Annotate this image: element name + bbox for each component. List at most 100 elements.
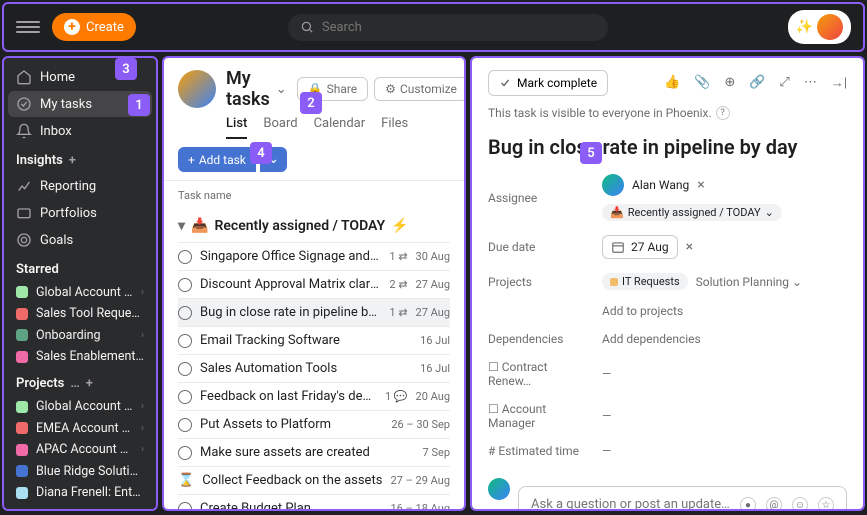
- section-recently-assigned[interactable]: ▾ 📥 Recently assigned / TODAY ⚡: [178, 210, 450, 242]
- assignee-section-tag[interactable]: 📥Recently assigned / TODAY⌄: [602, 204, 782, 221]
- comment-box[interactable]: ● @ ☺ ☆: [518, 486, 847, 511]
- project-tag[interactable]: IT Requests: [602, 273, 688, 290]
- task-title[interactable]: Bug in close rate in pipeline by day: [488, 134, 847, 160]
- task-row[interactable]: Singapore Office Signage and Logistics1 …: [178, 242, 450, 270]
- tab-board[interactable]: Board: [263, 116, 297, 139]
- task-name: Sales Automation Tools: [200, 361, 412, 376]
- project-item[interactable]: APAC Account Plans›: [8, 439, 152, 460]
- task-meta: 1 ⇄: [389, 250, 407, 263]
- assignee-avatar[interactable]: [602, 174, 624, 196]
- plus-icon: +: [64, 19, 80, 35]
- tab-files[interactable]: Files: [381, 116, 408, 139]
- nav-portfolios[interactable]: Portfolios: [8, 200, 152, 226]
- attachment-icon[interactable]: 📎: [694, 75, 710, 91]
- task-name: Collect Feedback on the assets: [202, 473, 382, 488]
- starred-item[interactable]: Onboarding›: [8, 325, 152, 346]
- task-row[interactable]: Make sure assets are created7 Sep: [178, 438, 450, 466]
- at-icon[interactable]: @: [766, 497, 782, 511]
- task-date: 16 – 18 Aug: [391, 502, 451, 509]
- project-item[interactable]: Diana Frenell: Enterprise…: [8, 483, 152, 504]
- complete-toggle[interactable]: [178, 418, 192, 432]
- task-row[interactable]: ⌛Collect Feedback on the assets27 – 29 A…: [178, 466, 450, 494]
- task-row[interactable]: Feedback on last Friday's design team pr…: [178, 382, 450, 410]
- add-task-button[interactable]: +Add task: [178, 147, 256, 172]
- profile-avatar[interactable]: [178, 70, 216, 108]
- custom-field-value[interactable]: —: [602, 367, 611, 381]
- starred-item[interactable]: Sales Enablement Library: [8, 347, 152, 368]
- task-row[interactable]: Put Assets to Platform26 – 30 Sep: [178, 410, 450, 438]
- more-icon[interactable]: …: [70, 376, 79, 391]
- project-section[interactable]: Solution Planning ⌄: [696, 275, 802, 289]
- emoji-icon[interactable]: ☺: [792, 497, 808, 511]
- add-to-projects[interactable]: Add to projects: [602, 304, 683, 318]
- chevron-right-icon: ›: [141, 444, 144, 455]
- tab-list[interactable]: List: [226, 116, 247, 139]
- task-row[interactable]: Email Tracking Software16 Jul: [178, 326, 450, 354]
- task-date: 30 Aug: [416, 250, 450, 263]
- custom-field-value[interactable]: —: [602, 409, 611, 423]
- complete-toggle[interactable]: [178, 306, 192, 320]
- create-button[interactable]: + Create: [52, 13, 136, 41]
- starred-item[interactable]: Global Account Man…›: [8, 282, 152, 303]
- assignee-name[interactable]: Alan Wang: [632, 178, 689, 192]
- task-row[interactable]: Sales Automation Tools16 Jul: [178, 354, 450, 382]
- complete-toggle[interactable]: [178, 390, 192, 404]
- subtask-icon[interactable]: ⊕: [724, 75, 735, 91]
- task-date: 27 – 29 Aug: [391, 474, 451, 487]
- info-icon[interactable]: ?: [716, 106, 730, 120]
- project-item[interactable]: Global Account Man…›: [8, 396, 152, 417]
- starred-item[interactable]: Sales Tool Requests: [8, 304, 152, 325]
- complete-toggle[interactable]: [178, 334, 192, 348]
- like-icon[interactable]: 👍: [664, 75, 680, 91]
- fullscreen-icon[interactable]: ⤢: [779, 75, 789, 91]
- search-box[interactable]: [288, 14, 608, 41]
- search-input[interactable]: [322, 20, 596, 35]
- nav-goals[interactable]: Goals: [8, 227, 152, 253]
- link-icon[interactable]: 🔗: [749, 75, 765, 91]
- task-name: Make sure assets are created: [200, 445, 415, 460]
- projects-header[interactable]: Projects … +: [8, 368, 152, 395]
- tab-calendar[interactable]: Calendar: [314, 116, 366, 139]
- star-icon[interactable]: ☆: [818, 497, 834, 511]
- task-date: 20 Aug: [416, 390, 450, 403]
- task-name: Email Tracking Software: [200, 333, 412, 348]
- task-row[interactable]: Discount Approval Matrix clarification2 …: [178, 270, 450, 298]
- custom-field-label: ☐ Account Manager: [488, 402, 586, 430]
- nav-reporting[interactable]: Reporting: [8, 173, 152, 199]
- complete-toggle[interactable]: [178, 446, 192, 460]
- customize-button[interactable]: ⚙Customize: [374, 77, 466, 101]
- complete-toggle[interactable]: [178, 250, 192, 264]
- remove-date-icon[interactable]: ×: [686, 239, 693, 255]
- more-icon[interactable]: ⋯: [804, 75, 817, 91]
- folder-icon: [16, 205, 32, 221]
- remove-assignee-icon[interactable]: ×: [697, 177, 704, 193]
- mark-complete-button[interactable]: Mark complete: [488, 70, 608, 96]
- task-row[interactable]: Create Budget Plan 16 – 18 Aug: [178, 494, 450, 509]
- task-name: Create Budget Plan: [200, 501, 383, 509]
- starred-header[interactable]: Starred: [8, 254, 152, 281]
- project-item[interactable]: EMEA Account Plans›: [8, 418, 152, 439]
- chevron-down-icon[interactable]: ⌄: [276, 82, 287, 97]
- complete-toggle[interactable]: [178, 362, 192, 376]
- custom-field-value[interactable]: —: [602, 444, 611, 458]
- task-pane: My tasks ⌄ 🔒Share ⚙Customize List Board …: [162, 56, 466, 511]
- complete-toggle[interactable]: [178, 278, 192, 292]
- close-icon[interactable]: →|: [831, 75, 847, 91]
- due-date-chip[interactable]: 27 Aug: [602, 235, 678, 259]
- complete-toggle[interactable]: [178, 502, 192, 510]
- menu-icon[interactable]: [16, 15, 40, 39]
- add-dependencies[interactable]: Add dependencies: [602, 332, 701, 346]
- insights-header[interactable]: Insights +: [8, 145, 152, 172]
- dependencies-label: Dependencies: [488, 332, 586, 346]
- user-avatar[interactable]: [817, 14, 843, 40]
- tour-badge-4: 4: [250, 142, 272, 164]
- task-row[interactable]: Bug in close rate in pipeline by day1 ⇄2…: [178, 298, 450, 326]
- plus-icon[interactable]: +: [86, 376, 93, 391]
- nav-inbox[interactable]: Inbox: [8, 118, 152, 144]
- comment-input[interactable]: [531, 497, 732, 511]
- project-item[interactable]: Blue Ridge Solutions - …: [8, 461, 152, 482]
- chevron-right-icon: ›: [141, 423, 144, 434]
- record-icon[interactable]: ●: [740, 497, 756, 511]
- upgrade-pill[interactable]: ✨: [788, 10, 851, 44]
- plus-icon[interactable]: +: [69, 153, 76, 168]
